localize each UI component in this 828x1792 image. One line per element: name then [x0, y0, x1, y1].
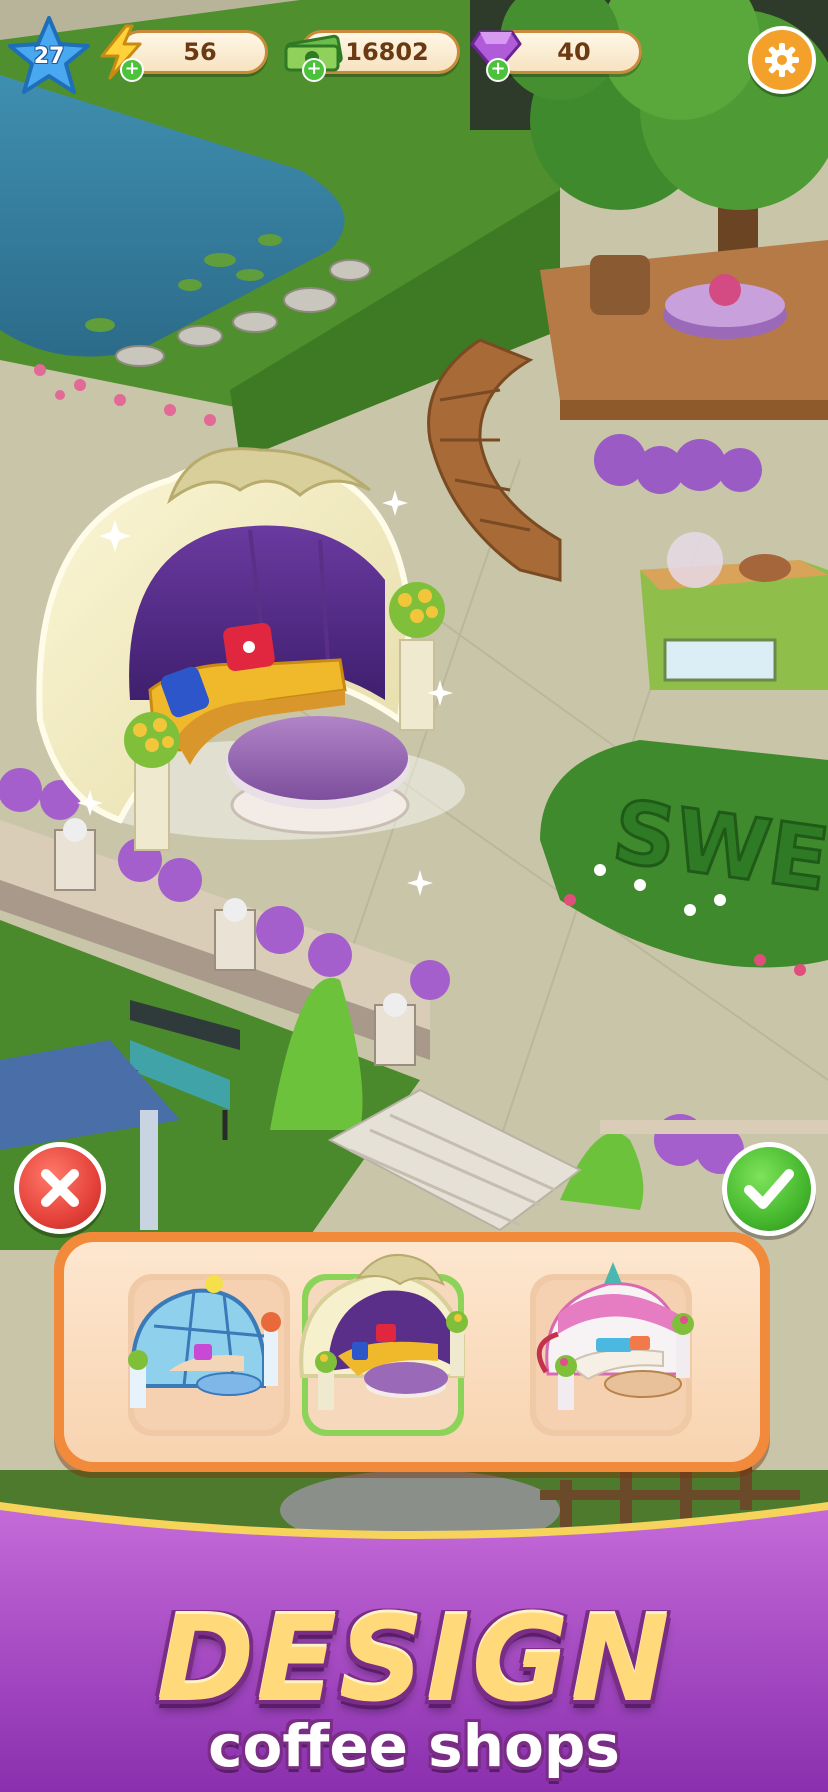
add-energy-button[interactable]: +	[120, 58, 144, 82]
design-options-tray	[64, 1242, 760, 1462]
blue-dome-lounge-thumbnail	[128, 1275, 281, 1408]
design-option-1[interactable]	[128, 1274, 290, 1436]
design-option-2-selected[interactable]	[299, 1254, 468, 1436]
gem-value: 40	[557, 38, 591, 66]
add-gems-button[interactable]: +	[486, 58, 510, 82]
pink-canopy-lounge-thumbnail	[536, 1262, 694, 1410]
design-option-3[interactable]	[530, 1262, 694, 1436]
energy-value: 56	[183, 38, 217, 66]
checkmark-icon	[744, 1169, 794, 1209]
cancel-button[interactable]	[14, 1142, 106, 1234]
banner-subtitle: coffee shops	[208, 1712, 620, 1780]
confirm-button[interactable]	[722, 1142, 816, 1236]
arch-lounge-thumbnail	[299, 1254, 468, 1410]
level-badge[interactable]: 27	[6, 14, 92, 98]
settings-button[interactable]	[748, 26, 816, 94]
top-hud: 27 56 + 16802 + 40 +	[0, 0, 828, 110]
banner-title: DESIGN	[156, 1590, 672, 1728]
x-icon	[41, 1169, 79, 1207]
add-cash-button[interactable]: +	[302, 58, 326, 82]
gear-icon	[765, 43, 799, 77]
level-number: 27	[33, 44, 65, 69]
design-options-panel	[54, 1232, 770, 1472]
